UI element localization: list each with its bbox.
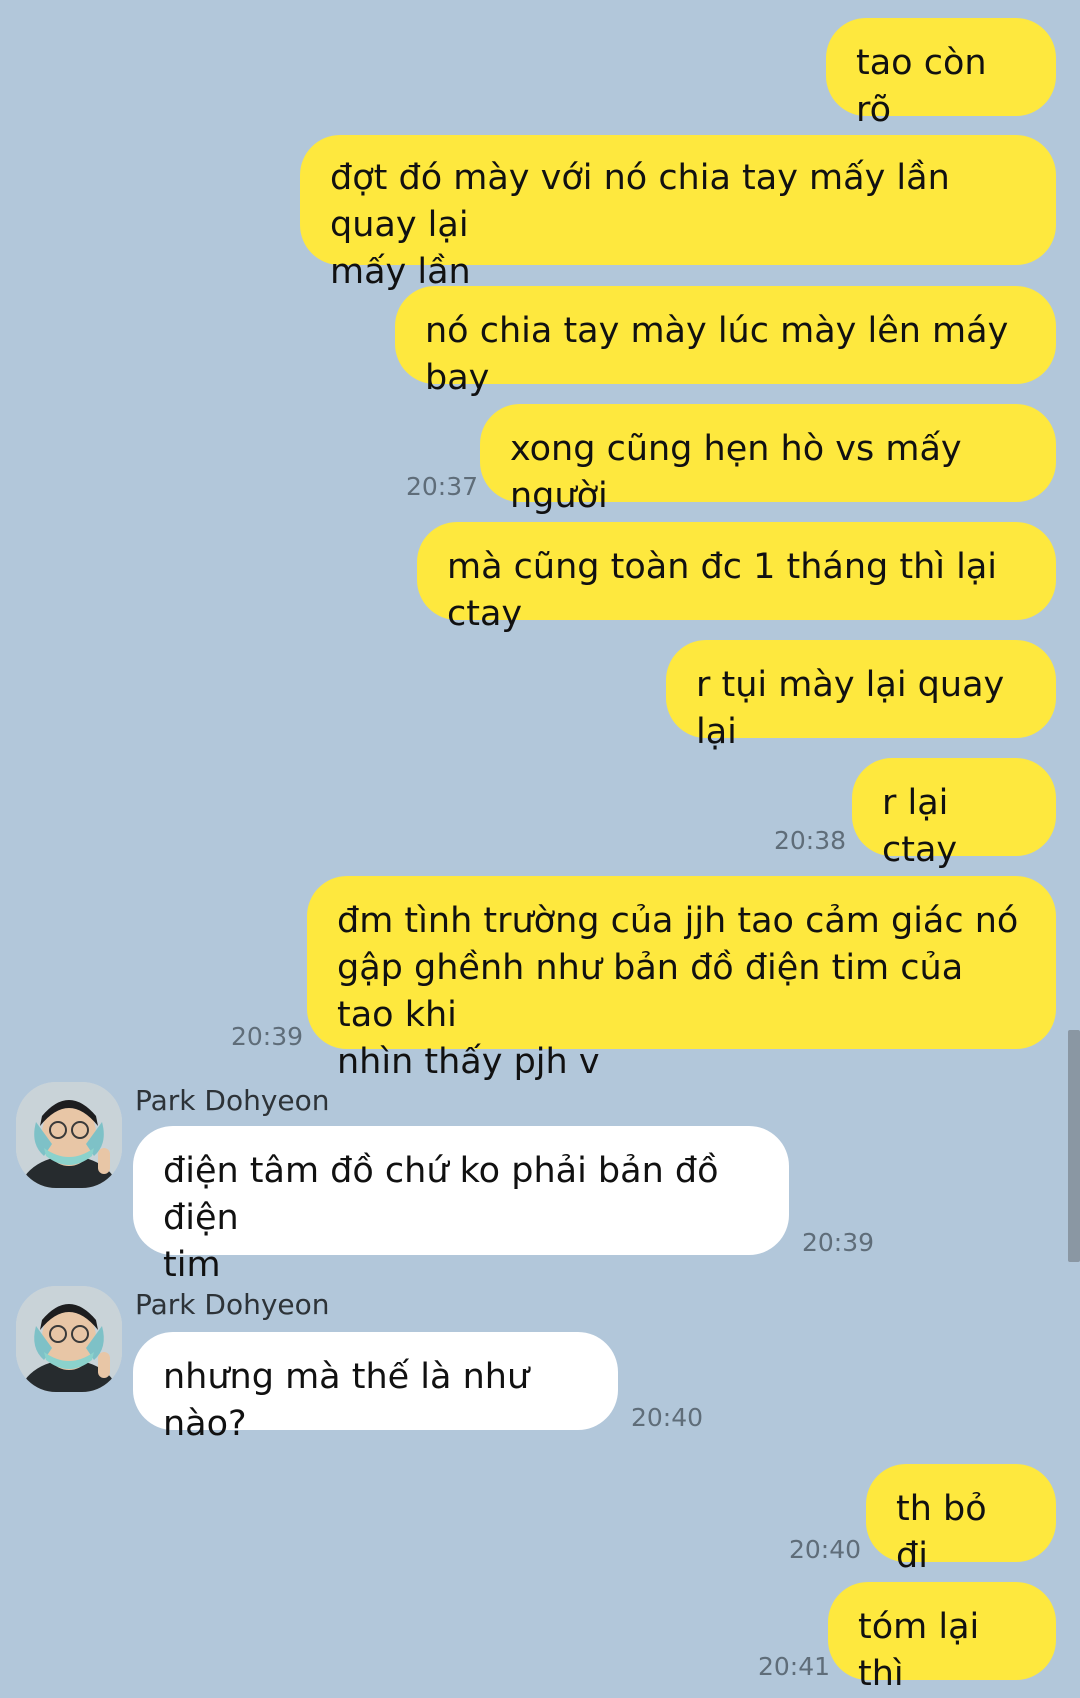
sender-name: Park Dohyeon: [135, 1288, 330, 1321]
sender-name: Park Dohyeon: [135, 1084, 330, 1117]
message-timestamp: 20:38: [774, 826, 847, 855]
sender-avatar[interactable]: [16, 1082, 122, 1188]
message-bubble-outgoing[interactable]: tóm lại thì: [828, 1582, 1056, 1694]
message-bubble-outgoing[interactable]: tao còn rõ: [826, 18, 1056, 130]
message-timestamp: 20:39: [802, 1228, 875, 1257]
sender-avatar[interactable]: [16, 1286, 122, 1392]
chat-screen: { "messages": [ {"id": 1, "side": "out",…: [0, 0, 1080, 1694]
message-bubble-outgoing[interactable]: th bỏ đi: [866, 1464, 1056, 1576]
message-bubble-incoming[interactable]: điện tâm đồ chứ ko phải bản đồ điện tim: [133, 1126, 789, 1285]
message-timestamp: 20:39: [231, 1022, 304, 1051]
message-bubble-outgoing[interactable]: mà cũng toàn đc 1 tháng thì lại ctay: [417, 522, 1056, 634]
scrollbar[interactable]: [1068, 1030, 1080, 1262]
message-bubble-incoming[interactable]: nhưng mà thế là như nào?: [133, 1332, 618, 1444]
message-timestamp: 20:37: [406, 472, 479, 501]
avatar-photo-icon: [16, 1082, 122, 1188]
message-bubble-outgoing[interactable]: đợt đó mày với nó chia tay mấy lần quay …: [300, 135, 1056, 292]
message-bubble-outgoing[interactable]: đm tình trường của jjh tao cảm giác nó g…: [307, 876, 1056, 1082]
message-bubble-outgoing[interactable]: r tụi mày lại quay lại: [666, 640, 1056, 752]
message-bubble-outgoing[interactable]: nó chia tay mày lúc mày lên máy bay: [395, 286, 1056, 398]
avatar-photo-icon: [16, 1286, 122, 1392]
message-timestamp: 20:40: [631, 1403, 704, 1432]
message-timestamp: 20:41: [758, 1652, 831, 1681]
message-timestamp: 20:40: [789, 1535, 862, 1564]
message-bubble-outgoing[interactable]: r lại ctay: [852, 758, 1056, 870]
message-bubble-outgoing[interactable]: xong cũng hẹn hò vs mấy người: [480, 404, 1056, 516]
